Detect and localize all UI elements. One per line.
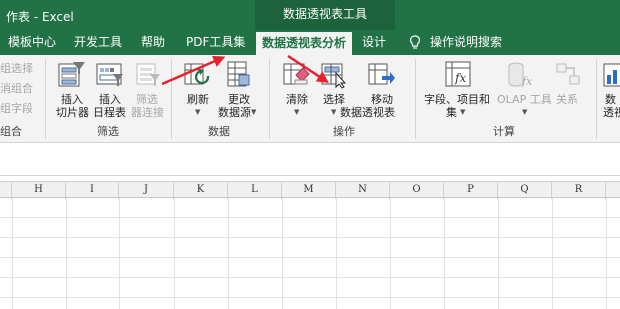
fx-icon: fx xyxy=(445,61,471,87)
group-separator xyxy=(596,59,597,139)
tell-me-search[interactable]: 操作说明搜索 xyxy=(430,30,502,55)
grid-line xyxy=(606,198,607,309)
grid-line xyxy=(66,198,67,309)
pivot-tools-header: 数据透视表工具 xyxy=(255,0,395,30)
change-data-source-icon xyxy=(227,61,250,87)
column-header-p[interactable]: P xyxy=(444,182,498,199)
worksheet-grid[interactable] xyxy=(0,198,620,309)
group-label-calculations: 计算 xyxy=(493,125,515,138)
group-label-grouping: 组合 xyxy=(0,125,22,138)
group-separator xyxy=(45,59,46,139)
column-header-r[interactable]: R xyxy=(552,182,606,199)
column-header-partial[interactable] xyxy=(606,182,620,199)
group-label-actions: 操作 xyxy=(333,125,355,138)
formula-bar-area[interactable] xyxy=(0,144,620,176)
ribbon-tab-bar: 模板中心 开发工具 帮助 PDF工具集 数据透视表分析 设计 操作说明搜索 xyxy=(0,30,620,55)
chevron-down-icon: ▼ xyxy=(331,108,337,116)
group-field-button[interactable]: 组字段 xyxy=(0,102,33,116)
grid-line xyxy=(228,198,229,309)
column-header-l[interactable]: L xyxy=(228,182,282,199)
pivotchart-icon xyxy=(603,63,620,87)
tab-pivot-analyze[interactable]: 数据透视表分析 xyxy=(256,32,353,55)
tab-template-center[interactable]: 模板中心 xyxy=(8,30,56,55)
timeline-icon xyxy=(96,63,123,86)
grid-line xyxy=(0,257,620,258)
select-label: 选择 xyxy=(323,93,345,106)
grid-line xyxy=(0,237,620,238)
grid-line xyxy=(390,198,391,309)
fields-items-label-2: 集 xyxy=(446,106,457,119)
grid-line xyxy=(0,277,620,278)
move-pivot-label-1: 移动 xyxy=(371,93,393,106)
pivotchart-label-1: 数 xyxy=(605,93,616,106)
group-label-data: 数据 xyxy=(208,125,230,138)
insert-timeline-label-1: 插入 xyxy=(99,93,121,106)
grid-line xyxy=(336,198,337,309)
grid-line xyxy=(119,198,120,309)
title-bar: 作表 - Excel 数据透视表工具 xyxy=(0,0,620,30)
svg-text:fx: fx xyxy=(454,71,466,85)
filter-connections-label-1: 筛选 xyxy=(136,93,158,106)
olap-cube-icon: fx xyxy=(508,62,533,88)
ribbon-panel: 组选择 消组合 组字段 组合 插入 切片器 插入 日程表 筛选 器连接 筛选 刷… xyxy=(0,55,620,143)
chevron-down-icon: ▼ xyxy=(460,108,466,116)
column-header-m[interactable]: M xyxy=(282,182,336,199)
chevron-down-icon: ▼ xyxy=(195,108,201,116)
fields-items-label-1: 字段、项目和 xyxy=(424,93,490,106)
group-label-filter: 筛选 xyxy=(97,125,119,138)
column-header-j[interactable]: J xyxy=(119,182,174,199)
grid-line xyxy=(12,198,13,309)
group-separator xyxy=(415,59,416,139)
column-header-q[interactable]: Q xyxy=(498,182,552,199)
ungroup-button[interactable]: 消组合 xyxy=(0,82,33,96)
column-header-partial[interactable] xyxy=(0,182,12,199)
clear-label: 清除 xyxy=(286,93,308,106)
refresh-icon xyxy=(184,63,210,85)
chevron-down-icon: ▼ xyxy=(251,108,257,116)
grid-line xyxy=(498,198,499,309)
grid-line xyxy=(552,198,553,309)
olap-tools-label: OLAP 工具 xyxy=(497,93,552,106)
svg-text:fx: fx xyxy=(521,75,533,88)
group-separator xyxy=(269,59,270,139)
window-title: 作表 - Excel xyxy=(6,10,74,24)
insert-timeline-label-2: 日程表 xyxy=(93,106,126,119)
chevron-down-icon: ▼ xyxy=(522,108,528,116)
column-header-row: H I J K L M N O P Q R xyxy=(0,181,620,199)
pivotchart-label-2: 透视 xyxy=(603,106,620,119)
tab-help[interactable]: 帮助 xyxy=(141,30,165,55)
change-data-source-label-2: 数据源 xyxy=(218,106,251,119)
group-separator xyxy=(171,59,172,139)
lightbulb-icon xyxy=(409,35,421,49)
tab-pdf-tools[interactable]: PDF工具集 xyxy=(186,30,245,55)
tab-developer[interactable]: 开发工具 xyxy=(74,30,122,55)
filter-connections-label-2: 器连接 xyxy=(131,106,164,119)
filter-connections-icon xyxy=(136,63,160,86)
grid-line xyxy=(0,297,620,298)
relationships-icon xyxy=(556,63,580,85)
column-header-h[interactable]: H xyxy=(12,182,66,199)
grid-line xyxy=(174,198,175,309)
move-pivot-label-2: 数据透视表 xyxy=(340,106,395,119)
move-pivot-table-icon xyxy=(368,63,395,85)
column-header-n[interactable]: N xyxy=(336,182,390,199)
insert-slicer-label-1: 插入 xyxy=(61,93,83,106)
grid-line xyxy=(444,198,445,309)
clear-icon xyxy=(283,63,310,85)
grid-line xyxy=(282,198,283,309)
column-header-k[interactable]: K xyxy=(174,182,228,199)
column-header-o[interactable]: O xyxy=(390,182,444,199)
refresh-label: 刷新 xyxy=(187,93,209,106)
change-data-source-label-1: 更改 xyxy=(228,93,250,106)
chevron-down-icon: ▼ xyxy=(294,108,300,116)
insert-slicer-label-2: 切片器 xyxy=(56,106,89,119)
group-selection-button[interactable]: 组选择 xyxy=(0,62,33,76)
relationships-label: 关系 xyxy=(556,93,578,106)
grid-line xyxy=(0,217,620,218)
column-header-i[interactable]: I xyxy=(66,182,119,199)
excel-window: 作表 - Excel 数据透视表工具 模板中心 开发工具 帮助 PDF工具集 数… xyxy=(0,0,620,309)
slicer-icon xyxy=(58,62,85,87)
select-icon xyxy=(321,63,347,89)
tab-design[interactable]: 设计 xyxy=(362,30,386,55)
